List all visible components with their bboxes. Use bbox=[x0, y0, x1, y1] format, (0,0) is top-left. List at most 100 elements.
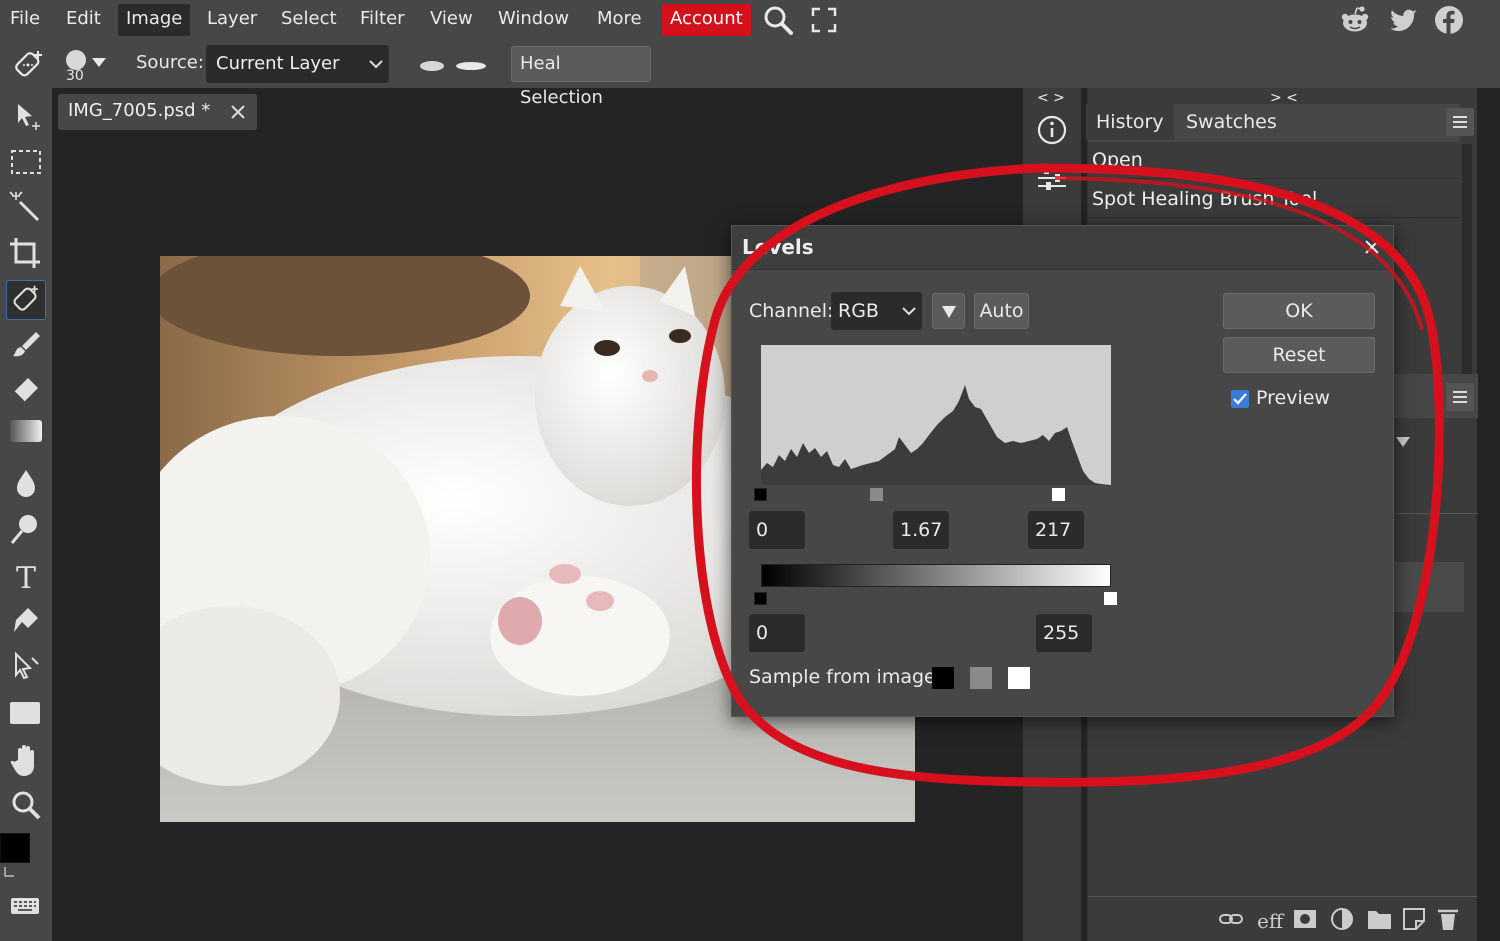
output-gradient bbox=[761, 564, 1111, 587]
spot-healing-tool-icon[interactable] bbox=[11, 48, 45, 82]
foreground-color-swatch[interactable] bbox=[0, 833, 30, 863]
input-black-slider[interactable] bbox=[754, 488, 767, 501]
rectangle-tool-icon[interactable] bbox=[10, 702, 40, 724]
gradient-tool-icon[interactable] bbox=[10, 420, 42, 442]
marquee-tool-icon[interactable] bbox=[6, 142, 46, 182]
menu-filter[interactable]: Filter bbox=[352, 4, 413, 36]
collapse-panels-left[interactable]: < > bbox=[1037, 90, 1065, 106]
hand-tool-icon[interactable] bbox=[6, 740, 46, 780]
tab-history[interactable]: History bbox=[1086, 104, 1174, 140]
output-black-slider[interactable] bbox=[754, 592, 767, 605]
triangle-down-icon bbox=[942, 306, 956, 318]
heal-selection-button[interactable]: Heal Selection bbox=[511, 46, 651, 108]
link-icon[interactable] bbox=[1219, 914, 1243, 924]
channel-select[interactable]: RGB bbox=[831, 292, 922, 330]
dodge-tool-icon[interactable] bbox=[6, 510, 46, 550]
presets-dropdown-button[interactable] bbox=[932, 293, 965, 329]
magic-wand-tool-icon[interactable] bbox=[6, 188, 46, 228]
output-white-field[interactable]: 255 bbox=[1036, 614, 1092, 652]
options-bar: 30 Source: Current Layer Heal Selection bbox=[0, 40, 1500, 108]
search-icon[interactable] bbox=[762, 4, 794, 36]
document-tab-title: IMG_7005.psd * bbox=[68, 100, 211, 121]
document-tab[interactable]: IMG_7005.psd * bbox=[58, 94, 257, 130]
output-white-slider[interactable] bbox=[1104, 592, 1117, 605]
twitter-icon[interactable] bbox=[1389, 5, 1419, 35]
preview-label: Preview bbox=[1256, 387, 1330, 409]
ok-button[interactable]: OK bbox=[1223, 293, 1375, 329]
sample-from-image-label: Sample from image: bbox=[749, 666, 943, 688]
adjustments-icon[interactable] bbox=[1036, 162, 1068, 192]
levels-histogram bbox=[761, 345, 1111, 485]
menu-layer[interactable]: Layer bbox=[199, 4, 265, 36]
menu-view[interactable]: View bbox=[422, 4, 481, 36]
keyboard-icon[interactable] bbox=[10, 896, 40, 916]
sample-black-eyedropper[interactable] bbox=[932, 667, 954, 689]
adjustment-layer-icon[interactable] bbox=[1331, 908, 1353, 930]
input-black-field[interactable]: 0 bbox=[749, 511, 805, 549]
levels-title-bar[interactable]: Levels bbox=[732, 226, 1393, 270]
chevron-down-icon bbox=[369, 60, 383, 69]
close-icon[interactable] bbox=[1364, 239, 1380, 255]
swap-colors-icon[interactable] bbox=[2, 865, 18, 881]
reset-button[interactable]: Reset bbox=[1223, 337, 1375, 373]
hamburger-icon bbox=[1453, 391, 1467, 403]
new-layer-icon[interactable] bbox=[1403, 908, 1425, 930]
levels-dialog: Levels Channel: RGB Auto OK Reset Previe… bbox=[731, 225, 1394, 717]
pen-tool-icon[interactable] bbox=[6, 602, 46, 642]
zoom-tool-icon[interactable] bbox=[6, 786, 46, 826]
trash-icon[interactable] bbox=[1438, 909, 1458, 930]
menu-window[interactable]: Window bbox=[490, 4, 577, 36]
menu-bar: File Edit Image Layer Select Filter View… bbox=[0, 0, 1500, 40]
type-tool-icon[interactable]: T bbox=[6, 556, 46, 596]
brush-hardness-icon[interactable] bbox=[416, 58, 490, 74]
input-gamma-field[interactable]: 1.67 bbox=[893, 511, 949, 549]
channel-label: Channel: bbox=[749, 300, 834, 322]
tab-swatches[interactable]: Swatches bbox=[1176, 104, 1287, 140]
channel-select-value: RGB bbox=[838, 300, 879, 322]
menu-more[interactable]: More bbox=[589, 4, 650, 36]
mask-icon[interactable] bbox=[1294, 910, 1316, 928]
sample-gray-eyedropper[interactable] bbox=[970, 667, 992, 689]
blend-mode-dropdown-icon[interactable] bbox=[1395, 435, 1411, 449]
input-white-slider[interactable] bbox=[1052, 488, 1065, 501]
crop-tool-icon[interactable] bbox=[6, 234, 46, 274]
history-item[interactable]: Spot Healing Brush Tool bbox=[1088, 180, 1460, 218]
menu-select[interactable]: Select bbox=[273, 4, 345, 36]
layers-menu-button[interactable] bbox=[1446, 383, 1474, 411]
panel-menu-button[interactable] bbox=[1446, 108, 1474, 136]
facebook-icon[interactable] bbox=[1434, 5, 1464, 35]
close-tab-icon[interactable] bbox=[230, 104, 246, 120]
account-button[interactable]: Account bbox=[662, 4, 751, 36]
menu-image[interactable]: Image bbox=[118, 4, 191, 36]
input-gamma-slider[interactable] bbox=[870, 488, 883, 501]
info-icon[interactable] bbox=[1036, 114, 1068, 146]
layer-row[interactable] bbox=[1388, 562, 1464, 612]
history-scrollbar[interactable] bbox=[1462, 144, 1472, 374]
checkmark-icon bbox=[1233, 393, 1247, 405]
hamburger-icon bbox=[1453, 116, 1467, 128]
menu-file[interactable]: File bbox=[2, 4, 48, 36]
effects-icon[interactable]: eff bbox=[1257, 909, 1285, 933]
path-selection-tool-icon[interactable] bbox=[6, 648, 46, 688]
levels-title: Levels bbox=[742, 235, 814, 259]
fullscreen-icon[interactable] bbox=[808, 4, 840, 36]
sample-white-eyedropper[interactable] bbox=[1008, 667, 1030, 689]
input-white-field[interactable]: 217 bbox=[1028, 511, 1084, 549]
blur-tool-icon[interactable] bbox=[6, 464, 46, 504]
folder-icon[interactable] bbox=[1368, 911, 1391, 929]
move-tool-icon[interactable] bbox=[6, 96, 46, 136]
output-black-field[interactable]: 0 bbox=[749, 614, 805, 652]
eraser-tool-icon[interactable] bbox=[6, 372, 46, 412]
chevron-down-icon bbox=[902, 307, 916, 316]
preview-checkbox[interactable] bbox=[1231, 390, 1249, 408]
source-label: Source: bbox=[136, 52, 204, 73]
menu-edit[interactable]: Edit bbox=[58, 4, 109, 36]
source-select-value: Current Layer bbox=[216, 53, 340, 74]
source-select[interactable]: Current Layer bbox=[206, 45, 389, 83]
layer-actions-bar: eff bbox=[1219, 908, 1458, 933]
reddit-icon[interactable] bbox=[1340, 5, 1370, 35]
auto-button[interactable]: Auto bbox=[974, 293, 1029, 329]
history-item[interactable]: Open bbox=[1088, 141, 1460, 179]
spot-healing-brush-tool-icon[interactable] bbox=[6, 280, 46, 320]
brush-tool-icon[interactable] bbox=[6, 326, 46, 366]
